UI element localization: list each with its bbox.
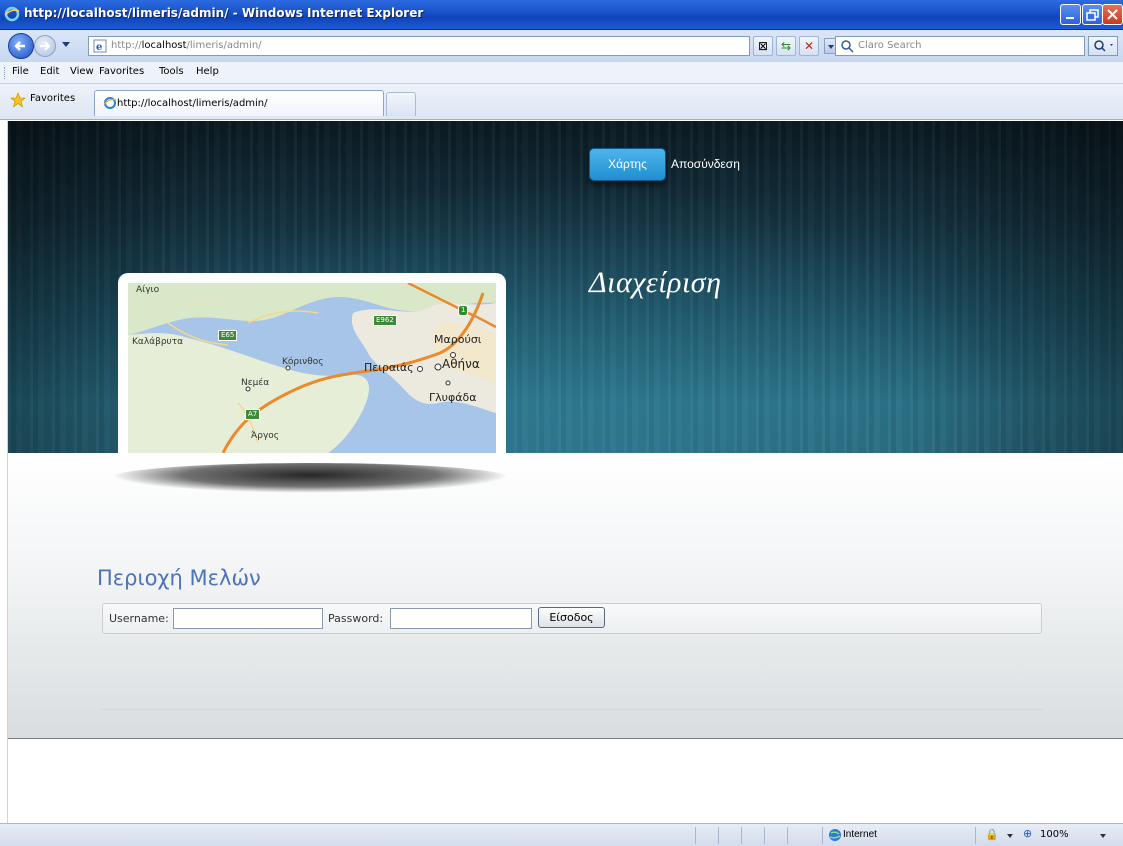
- address-field[interactable]: e http://localhost/limeris/admin/: [88, 36, 838, 56]
- address-toolbar: e http://localhost/limeris/admin/ ⊠ ⇆ ✕ …: [0, 30, 1123, 62]
- map-image: Αίγιο Καλάβρυτα Κόρινθος Νεμέα Άργος Πει…: [128, 283, 496, 453]
- svg-text:e: e: [96, 42, 102, 53]
- menu-file[interactable]: File: [12, 66, 29, 77]
- search-icon: [841, 40, 854, 53]
- password-label: Password:: [328, 612, 384, 625]
- menu-tools[interactable]: Tools: [159, 66, 184, 77]
- map-label-athina: Αθήνα: [442, 357, 480, 371]
- map-label-marousi: Μαρούσι: [434, 333, 482, 346]
- minimize-icon: [1066, 17, 1074, 19]
- window-titlebar: http://localhost/limeris/admin/ - Window…: [0, 0, 1123, 30]
- map-shadow: [110, 463, 510, 493]
- password-input[interactable]: [390, 608, 532, 629]
- status-separator: [764, 827, 765, 844]
- map-label-aigio: Αίγιο: [136, 285, 160, 295]
- road-shield-e962: E962: [373, 315, 397, 326]
- footer-divider: [8, 738, 1123, 739]
- map-label-kalavryta: Καλάβρυτα: [132, 337, 184, 347]
- zoom-dropdown-icon[interactable]: [1100, 834, 1106, 838]
- internet-globe-icon: [829, 829, 841, 841]
- security-zone[interactable]: Internet: [843, 829, 877, 840]
- status-separator: [787, 827, 788, 844]
- menu-view[interactable]: View: [70, 66, 94, 77]
- map-label-argos: Άργος: [251, 431, 280, 441]
- status-separator: [695, 827, 696, 844]
- zoom-icon[interactable]: ⊕: [1023, 827, 1032, 840]
- back-button[interactable]: [8, 33, 34, 59]
- protected-mode-dropdown-icon[interactable]: [1007, 834, 1013, 838]
- close-button[interactable]: [1102, 4, 1123, 25]
- map-nav-button[interactable]: Χάρτης: [589, 148, 666, 181]
- tab-title: http://localhost/limeris/admin/: [117, 98, 268, 109]
- search-placeholder: Claro Search: [858, 40, 922, 51]
- restore-button[interactable]: [1082, 4, 1103, 25]
- road-shield-1: 1: [458, 305, 469, 316]
- members-title: Περιοχή Μελών: [97, 566, 261, 590]
- hero-banner: Χάρτης Αποσύνδεση Διαχείριση Αίγιο Καλάβ…: [8, 121, 1123, 453]
- map-frame: Αίγιο Καλάβρυτα Κόρινθος Νεμέα Άργος Πει…: [118, 273, 506, 453]
- road-shield-a7: A7: [245, 409, 261, 420]
- page-icon: e: [93, 39, 107, 53]
- status-separator: [741, 827, 742, 844]
- compatibility-icon[interactable]: ⊠: [753, 36, 773, 56]
- username-label: Username:: [109, 612, 169, 625]
- search-field[interactable]: Claro Search: [835, 36, 1085, 56]
- close-icon: [1107, 9, 1118, 20]
- status-bar: Internet 🔒 ⊕ 100%: [0, 823, 1123, 846]
- members-section: Περιοχή Μελών Username: Password: Είσοδο…: [8, 453, 1123, 738]
- browser-tab[interactable]: http://localhost/limeris/admin/: [94, 90, 384, 116]
- map-label-nemea: Νεμέα: [241, 378, 270, 388]
- stop-icon[interactable]: ✕: [799, 36, 819, 56]
- menu-bar: File Edit View Favorites Tools Help: [0, 62, 1123, 84]
- search-button[interactable]: [1088, 36, 1118, 56]
- menu-favorites[interactable]: Favorites: [99, 66, 144, 77]
- forward-button[interactable]: [34, 35, 56, 57]
- road-shield-e65: E65: [218, 330, 238, 341]
- login-form: Username: Password: Είσοδος: [102, 603, 1042, 634]
- map-label-peiraias: Πειραιάς: [364, 361, 414, 374]
- history-dropdown-icon[interactable]: [62, 42, 70, 47]
- favorites-star-icon: [10, 92, 26, 108]
- map-label-korinthos: Κόρινθος: [282, 357, 324, 367]
- logout-link[interactable]: Αποσύνδεση: [671, 157, 740, 171]
- favorites-bar: Favorites http://localhost/limeris/admin…: [0, 84, 1123, 120]
- status-separator: [718, 827, 719, 844]
- arrow-left-icon: [14, 41, 25, 51]
- status-separator: [975, 827, 976, 844]
- search-go-icon: [1094, 40, 1113, 52]
- window-left-border: [0, 121, 8, 823]
- page-viewport: Χάρτης Αποσύνδεση Διαχείριση Αίγιο Καλάβ…: [8, 121, 1123, 822]
- new-tab-button[interactable]: [386, 92, 416, 116]
- favorites-button[interactable]: Favorites: [30, 93, 75, 104]
- toolbar-grip: [4, 67, 6, 79]
- restore-icon: [1086, 9, 1099, 21]
- minimize-button[interactable]: [1060, 4, 1081, 25]
- map-label-glyfada: Γλυφάδα: [429, 391, 477, 404]
- login-submit-button[interactable]: Είσοδος: [538, 607, 605, 628]
- address-url: http://localhost/limeris/admin/: [111, 40, 262, 51]
- hero-title: Διαχείριση: [589, 266, 722, 299]
- menu-help[interactable]: Help: [196, 66, 219, 77]
- window-title: http://localhost/limeris/admin/ - Window…: [24, 6, 424, 20]
- protected-mode-icon[interactable]: 🔒: [985, 828, 999, 841]
- map-graphic: [128, 283, 496, 453]
- ie-tab-icon: [103, 97, 117, 109]
- ie-logo-icon: [4, 6, 20, 22]
- zoom-level[interactable]: 100%: [1040, 829, 1069, 840]
- username-input[interactable]: [173, 608, 323, 629]
- status-separator: [822, 827, 823, 844]
- menu-edit[interactable]: Edit: [40, 66, 59, 77]
- content-divider: [101, 709, 1043, 710]
- arrow-right-icon: [40, 41, 51, 51]
- refresh-icon[interactable]: ⇆: [776, 36, 796, 56]
